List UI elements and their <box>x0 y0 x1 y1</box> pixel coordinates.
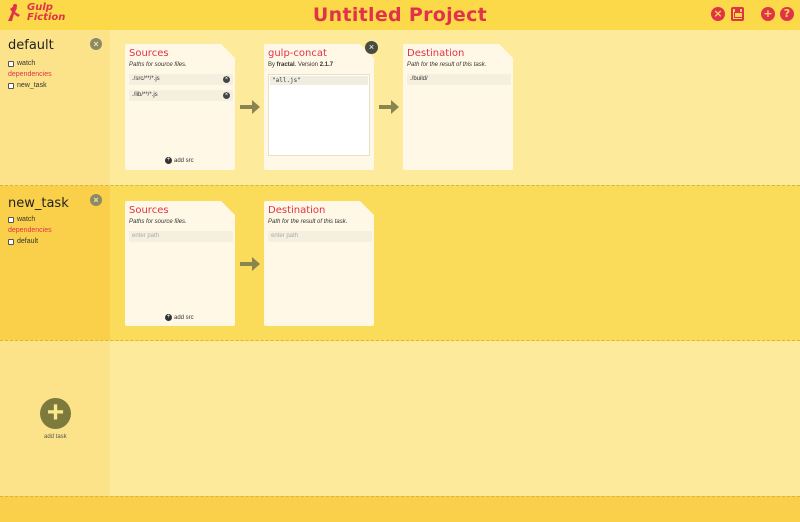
card-subtitle: Paths for source files. <box>129 219 187 225</box>
option-watch[interactable]: watch <box>8 60 35 67</box>
code-line: "all.js" <box>270 76 368 85</box>
card-title: Sources <box>129 48 169 59</box>
plugin-title: gulp-concat <box>268 48 327 59</box>
option-label: new_task <box>17 82 47 89</box>
option-label: default <box>17 238 39 245</box>
destination-card: Destination Path for the result of this … <box>403 44 513 170</box>
arrow-right-icon <box>240 100 260 114</box>
sources-card: Sources Paths for source files. enter pa… <box>125 201 235 326</box>
task-sidebar: default × watch dependencies new_task <box>0 30 110 185</box>
checkbox[interactable] <box>8 60 14 67</box>
logo-text-line2: Fiction <box>27 12 66 23</box>
add-src-button[interactable]: + add src <box>165 314 194 321</box>
logo-figure-icon <box>8 4 20 21</box>
option-watch[interactable]: watch <box>8 216 35 223</box>
sources-card: Sources Paths for source files. ./src/**… <box>125 44 235 170</box>
plugin-card: × gulp-concat By fractal. Version 2.1.7 … <box>264 41 378 170</box>
card-title: Destination <box>268 205 326 216</box>
add-task-sidebar: + add task <box>0 341 110 496</box>
option-label: watch <box>17 216 36 223</box>
remove-plugin-icon[interactable]: × <box>365 41 378 54</box>
dependency-new-task[interactable]: new_task <box>8 82 47 89</box>
card-subtitle: Path for the result of this task. <box>407 62 487 68</box>
save-icon[interactable] <box>731 7 744 21</box>
destination-path-input[interactable]: enter path <box>268 231 372 242</box>
plus-icon: + <box>165 314 172 321</box>
card-title: Destination <box>407 48 465 59</box>
task-row-new-task: new_task × watch dependencies default So… <box>0 185 800 341</box>
source-path: ./lib/**/*.js <box>132 92 158 98</box>
card-title: Sources <box>129 205 169 216</box>
add-task-row: + add task <box>0 341 800 496</box>
source-path-row[interactable]: ./src/**/*.js × <box>129 74 233 85</box>
checkbox[interactable] <box>8 82 14 89</box>
plugin-version: 2.1.7 <box>319 62 334 68</box>
remove-path-icon[interactable]: × <box>223 92 230 99</box>
version-prefix: . Version <box>294 62 320 68</box>
plugin-code-editor[interactable]: "all.js" <box>268 74 370 156</box>
remove-task-icon[interactable]: × <box>90 38 102 50</box>
source-path-row[interactable]: ./lib/**/*.js × <box>129 90 233 101</box>
close-icon[interactable]: × <box>711 7 725 21</box>
project-title[interactable]: Untitled Project <box>313 4 487 26</box>
dependencies-label: dependencies <box>8 71 52 78</box>
option-label: watch <box>17 60 36 67</box>
dependencies-label: dependencies <box>8 227 52 234</box>
checkbox[interactable] <box>8 238 14 245</box>
by-prefix: By <box>268 62 277 68</box>
arrow-right-icon <box>240 257 260 271</box>
add-src-button[interactable]: + add src <box>165 157 194 164</box>
add-src-label: add src <box>174 157 194 164</box>
card-subtitle: Paths for source files. <box>129 62 187 68</box>
task-name[interactable]: new_task <box>8 196 69 211</box>
bottom-strip <box>0 496 800 522</box>
plugin-meta: By fractal. Version 2.1.7 <box>268 62 333 68</box>
gulp-fiction-logo: Gulp Fiction <box>5 3 65 23</box>
add-task-button[interactable]: + <box>40 398 71 429</box>
remove-path-icon[interactable]: × <box>223 76 230 83</box>
plugin-author: fractal <box>276 62 295 68</box>
app-header: Gulp Fiction Untitled Project × + ? <box>0 0 800 30</box>
add-task-label: add task <box>44 434 67 440</box>
task-name[interactable]: default <box>8 38 54 53</box>
checkbox[interactable] <box>8 216 14 223</box>
plus-icon: + <box>165 157 172 164</box>
add-src-label: add src <box>174 314 194 321</box>
task-row-default: default × watch dependencies new_task So… <box>0 30 800 185</box>
destination-card: Destination Path for the result of this … <box>264 201 374 326</box>
source-path: ./src/**/*.js <box>132 76 160 82</box>
arrow-right-icon <box>379 100 399 114</box>
card-subtitle: Path for the result of this task. <box>268 219 348 225</box>
destination-path[interactable]: ./build/ <box>407 74 511 85</box>
task-sidebar: new_task × watch dependencies default <box>0 186 110 340</box>
add-icon[interactable]: + <box>761 7 775 21</box>
help-icon[interactable]: ? <box>780 7 794 21</box>
dependency-default[interactable]: default <box>8 238 38 245</box>
remove-task-icon[interactable]: × <box>90 194 102 206</box>
source-path-input[interactable]: enter path <box>129 231 233 242</box>
